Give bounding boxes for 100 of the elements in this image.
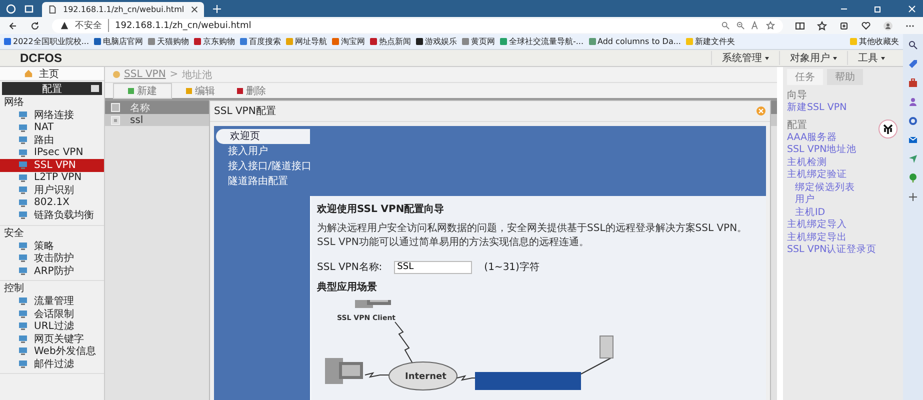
- task-link[interactable]: 主机检测: [787, 156, 899, 169]
- home-button[interactable]: 主页: [0, 67, 104, 81]
- nav-item[interactable]: 邮件过滤: [0, 358, 104, 370]
- monitor-icon: [18, 240, 28, 251]
- monitor-icon: [18, 172, 28, 183]
- bookmark[interactable]: 全球社交流量导航-...: [500, 36, 584, 47]
- task-link[interactable]: 用户: [787, 194, 899, 206]
- nav-item[interactable]: SSL VPN: [0, 159, 104, 172]
- bookmark[interactable]: 网址导航: [286, 36, 327, 47]
- bookmark-folder[interactable]: 其他收藏夹: [850, 36, 899, 47]
- checkbox[interactable]: [111, 103, 120, 112]
- task-link[interactable]: SSL VPN地址池: [787, 144, 899, 156]
- back-icon[interactable]: [8, 20, 18, 30]
- floating-button-icon[interactable]: [878, 119, 898, 139]
- task-link[interactable]: 绑定候选列表: [787, 182, 899, 194]
- close-icon[interactable]: [190, 5, 200, 14]
- mail-icon[interactable]: [908, 135, 918, 145]
- menu-item[interactable]: 工具: [847, 51, 895, 65]
- bookmark[interactable]: 黄页网: [462, 36, 495, 47]
- name-field[interactable]: SSL: [394, 260, 472, 274]
- tree-icon[interactable]: [908, 173, 918, 183]
- task-link[interactable]: SSL VPN认证登录页: [787, 244, 899, 256]
- wizard-step[interactable]: 欢迎页: [216, 129, 310, 144]
- toolbar-button[interactable]: 编辑: [178, 84, 223, 98]
- nav-item[interactable]: URL过滤: [0, 320, 104, 332]
- panel-heading: 欢迎使用SSL VPN配置向导: [317, 202, 446, 216]
- field-hint: (1~31)字符: [484, 260, 540, 274]
- restore-icon[interactable]: [873, 4, 883, 14]
- config-button[interactable]: 配置: [2, 82, 102, 95]
- nav-item[interactable]: ARP防护: [0, 264, 104, 277]
- table-cell: ssl: [130, 114, 144, 126]
- briefcase-icon[interactable]: [908, 78, 918, 88]
- monitor-icon: [18, 334, 28, 344]
- bookmark[interactable]: Add columns to Da...: [588, 37, 681, 46]
- nav-item[interactable]: 流量管理: [0, 295, 104, 308]
- monitor-icon: [18, 266, 28, 276]
- task-link[interactable]: 新建SSL VPN: [787, 102, 899, 114]
- favorites-icon[interactable]: [817, 20, 827, 30]
- toolbar-button[interactable]: 新建: [113, 82, 172, 98]
- section-title: 网络: [3, 97, 25, 109]
- wizard-step[interactable]: 接入用户: [214, 144, 310, 159]
- nav-item[interactable]: 攻击防护: [0, 252, 104, 264]
- collections-icon[interactable]: [839, 20, 849, 30]
- task-link[interactable]: AAA服务器: [787, 132, 899, 144]
- menu-item[interactable]: 对象用户: [779, 51, 847, 65]
- read-aloud-icon[interactable]: [751, 21, 760, 30]
- bookmark[interactable]: 京东购物: [194, 36, 235, 47]
- bookmark[interactable]: 电脑店官网: [94, 36, 143, 47]
- workspaces-icon[interactable]: [6, 4, 16, 14]
- nav-item[interactable]: 策略: [0, 240, 104, 252]
- toolbar-button[interactable]: 删除: [229, 84, 274, 98]
- zoom-icon[interactable]: [736, 21, 745, 30]
- star-icon[interactable]: [766, 21, 775, 30]
- wizard-step[interactable]: 接入接口/隧道接口: [214, 159, 310, 174]
- task-link[interactable]: 主机ID: [787, 206, 899, 219]
- bookmark[interactable]: 游戏娱乐: [416, 36, 457, 47]
- nav-item[interactable]: L2TP VPN: [0, 172, 104, 184]
- browser-tab[interactable]: 192.168.1.1/zh_cn/webui.html: [42, 2, 204, 17]
- dialog-title: SSL VPN配置: [214, 104, 276, 118]
- task-link[interactable]: 主机绑定导入: [787, 219, 899, 232]
- search-icon[interactable]: [721, 21, 730, 30]
- reload-icon[interactable]: [30, 20, 40, 30]
- tab-actions-icon[interactable]: [24, 4, 34, 14]
- group-title: 向导: [787, 89, 807, 102]
- bookmark[interactable]: 天猫购物: [148, 36, 189, 47]
- nav-item[interactable]: 802.1X: [0, 196, 104, 209]
- column-header: 名称: [130, 102, 150, 114]
- bookmark[interactable]: 2022全国职业院校...: [4, 36, 89, 47]
- nav-item[interactable]: 网页关键字: [0, 332, 104, 345]
- bookmark[interactable]: 百度搜索: [240, 36, 281, 47]
- address-field[interactable]: 不安全 192.168.1.1/zh_cn/webui.html: [52, 18, 783, 32]
- plus-icon[interactable]: [908, 192, 918, 202]
- wizard-step[interactable]: 隧道路由配置: [214, 174, 310, 189]
- monitor-icon: [18, 296, 28, 306]
- ring-icon[interactable]: [908, 116, 918, 126]
- profile-icon[interactable]: [883, 20, 893, 30]
- nav-item[interactable]: 用户识别: [0, 184, 104, 196]
- tag-icon[interactable]: [908, 59, 918, 69]
- bookmark[interactable]: 新建文件夹: [686, 36, 735, 47]
- person-icon[interactable]: [908, 97, 918, 107]
- send-icon[interactable]: [908, 154, 918, 164]
- bookmark[interactable]: 热点新闻: [370, 36, 411, 47]
- checkbox[interactable]: [111, 116, 120, 124]
- nav-item[interactable]: 链路负载均衡: [0, 209, 104, 222]
- search-icon[interactable]: [908, 40, 918, 50]
- monitor-icon: [18, 198, 28, 208]
- task-link[interactable]: 主机绑定验证: [787, 169, 899, 182]
- nav-item[interactable]: IPsec VPN: [0, 146, 104, 159]
- diagram-label: Internet: [405, 372, 446, 382]
- nav-item[interactable]: 网络连接: [0, 109, 104, 122]
- menu-item[interactable]: 系统管理: [711, 51, 779, 65]
- bookmark[interactable]: 淘宝网: [332, 36, 365, 47]
- nav-item[interactable]: NAT: [0, 122, 104, 134]
- breadcrumb-separator: >: [170, 69, 178, 80]
- task-link[interactable]: 主机绑定导出: [787, 232, 899, 244]
- nav-item[interactable]: 路由: [0, 134, 104, 146]
- heart-icon[interactable]: [861, 20, 871, 30]
- split-screen-icon[interactable]: [795, 20, 805, 30]
- nav-item[interactable]: 会话限制: [0, 308, 104, 320]
- nav-item[interactable]: Web外发信息: [0, 345, 104, 358]
